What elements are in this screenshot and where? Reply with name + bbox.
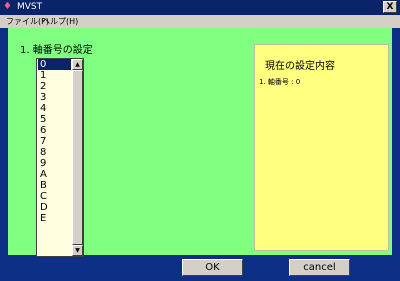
axis-list-item[interactable]: 8 (38, 147, 71, 158)
listbox-scrollbar[interactable]: ▲ ▼ (72, 59, 83, 256)
axis-list-item[interactable]: 0 (38, 59, 71, 70)
scroll-up-button[interactable]: ▲ (72, 59, 83, 70)
close-button[interactable]: X (383, 1, 397, 13)
menu-help[interactable]: ヘルプ(H) (42, 15, 78, 28)
section-label: 1. 軸番号の設定 (20, 45, 93, 56)
main-window: ♦ MVST X ファイル(F) ヘルプ(H) 1. 軸番号の設定 012345… (0, 0, 400, 281)
axis-list-item[interactable]: D (38, 202, 71, 213)
axis-number-listbox[interactable]: 0123456789ABCDE ▲ ▼ (36, 58, 84, 257)
scroll-thumb[interactable] (72, 70, 83, 245)
menu-bar: ファイル(F) ヘルプ(H) (0, 15, 400, 28)
listbox-items: 0123456789ABCDE (38, 59, 71, 224)
app-icon: ♦ (3, 1, 12, 12)
axis-list-item[interactable]: 4 (38, 103, 71, 114)
axis-list-item[interactable]: 1 (38, 70, 71, 81)
axis-list-item[interactable]: 6 (38, 125, 71, 136)
title-bar[interactable]: ♦ MVST X (0, 0, 400, 15)
window-title: MVST (17, 2, 43, 12)
axis-list-item[interactable]: C (38, 191, 71, 202)
current-settings-title: 現在の設定内容 (265, 61, 335, 72)
cancel-button[interactable]: cancel (289, 259, 350, 276)
ok-button[interactable]: OK (182, 259, 243, 276)
axis-list-item[interactable]: A (38, 169, 71, 180)
axis-list-item[interactable]: 3 (38, 92, 71, 103)
axis-list-item[interactable]: 7 (38, 136, 71, 147)
axis-list-item[interactable]: E (38, 213, 71, 224)
scroll-down-button[interactable]: ▼ (72, 245, 83, 256)
axis-list-item[interactable]: 5 (38, 114, 71, 125)
current-settings-axis-number: 1. 軸番号 : 0 (259, 78, 301, 86)
axis-list-item[interactable]: 2 (38, 81, 71, 92)
axis-list-item[interactable]: B (38, 180, 71, 191)
settings-content: 1. 軸番号の設定 0123456789ABCDE ▲ ▼ 現在の設定内容 1.… (8, 28, 392, 257)
axis-list-item[interactable]: 9 (38, 158, 71, 169)
current-settings-panel: 現在の設定内容 1. 軸番号 : 0 (254, 44, 389, 251)
